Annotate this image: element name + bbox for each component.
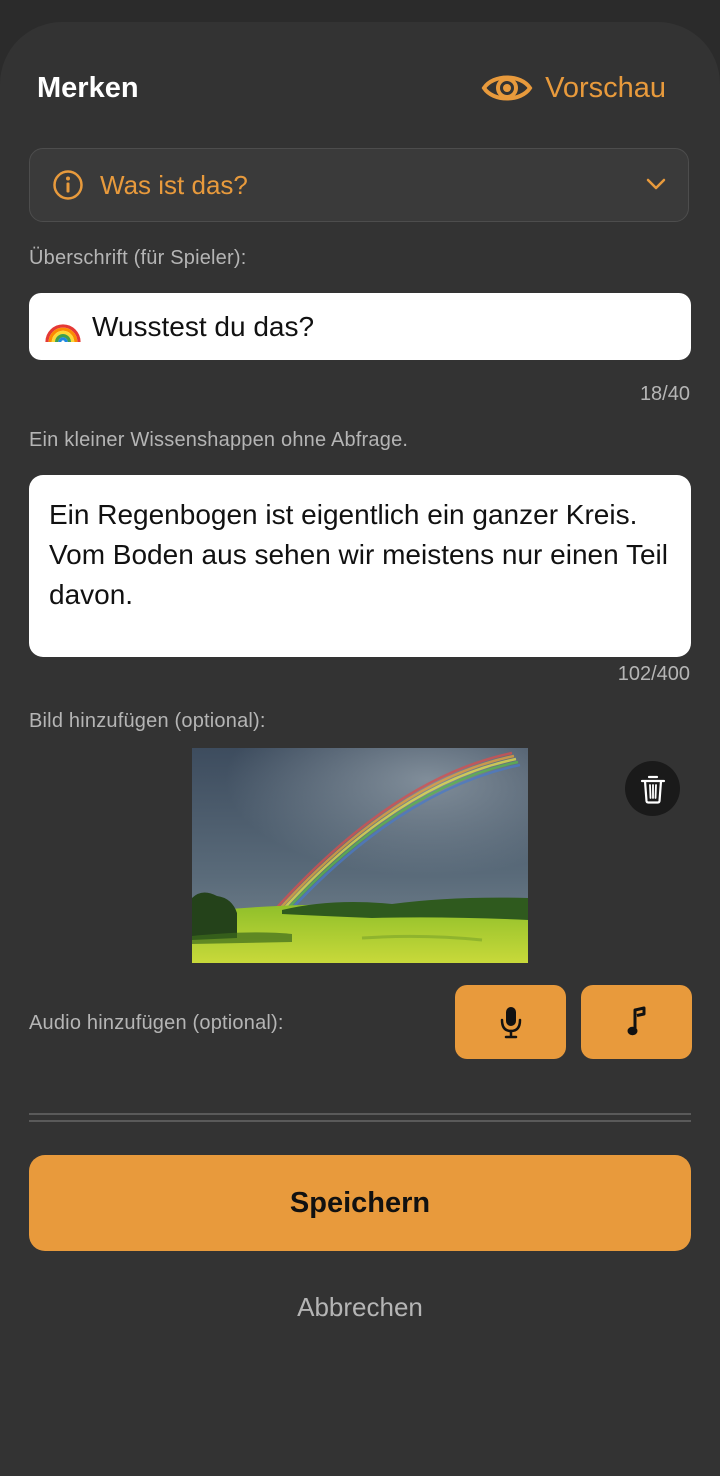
cancel-button-label: Abbrechen xyxy=(297,1292,423,1322)
choose-music-button[interactable] xyxy=(581,985,692,1059)
divider xyxy=(29,1113,691,1115)
content-label: Ein kleiner Wissenshappen ohne Abfrage. xyxy=(29,429,409,451)
content-char-counter: 102/400 xyxy=(617,663,690,685)
record-audio-button[interactable] xyxy=(455,985,566,1059)
dropdown-selected-value: Was ist das? xyxy=(100,169,248,200)
music-note-icon xyxy=(627,1006,645,1036)
save-button-label: Speichern xyxy=(289,1186,431,1219)
heading-input[interactable]: Wusstest du das? xyxy=(29,293,691,360)
heading-char-counter: 18/40 xyxy=(639,383,690,405)
rainbow-emoji xyxy=(45,323,81,342)
audio-label: Audio hinzufügen (optional): xyxy=(29,1012,284,1034)
attached-image-rainbow[interactable] xyxy=(192,748,528,963)
preview-button[interactable]: Vorschau xyxy=(481,70,666,106)
save-button[interactable]: Speichern xyxy=(29,1155,691,1251)
trash-icon xyxy=(640,775,665,804)
preview-label: Vorschau xyxy=(545,71,666,104)
delete-image-button[interactable] xyxy=(625,761,680,816)
info-icon xyxy=(53,170,83,200)
sheet-title: Merken xyxy=(37,72,139,104)
microphone-icon xyxy=(500,1007,521,1039)
content-textarea-value: Ein Regenbogen ist eigentlich ein ganzer… xyxy=(49,499,668,610)
divider xyxy=(29,1120,691,1122)
image-label: Bild hinzufügen (optional): xyxy=(29,710,266,732)
content-textarea[interactable]: Ein Regenbogen ist eigentlich ein ganzer… xyxy=(29,475,691,657)
heading-label: Überschrift (für Spieler): xyxy=(29,247,247,269)
chevron-down-icon xyxy=(646,178,666,190)
eye-icon xyxy=(481,75,533,101)
type-dropdown[interactable]: Was ist das? xyxy=(29,148,689,222)
heading-input-value: Wusstest du das? xyxy=(92,310,315,342)
cancel-button[interactable]: Abbrechen xyxy=(0,1292,720,1323)
